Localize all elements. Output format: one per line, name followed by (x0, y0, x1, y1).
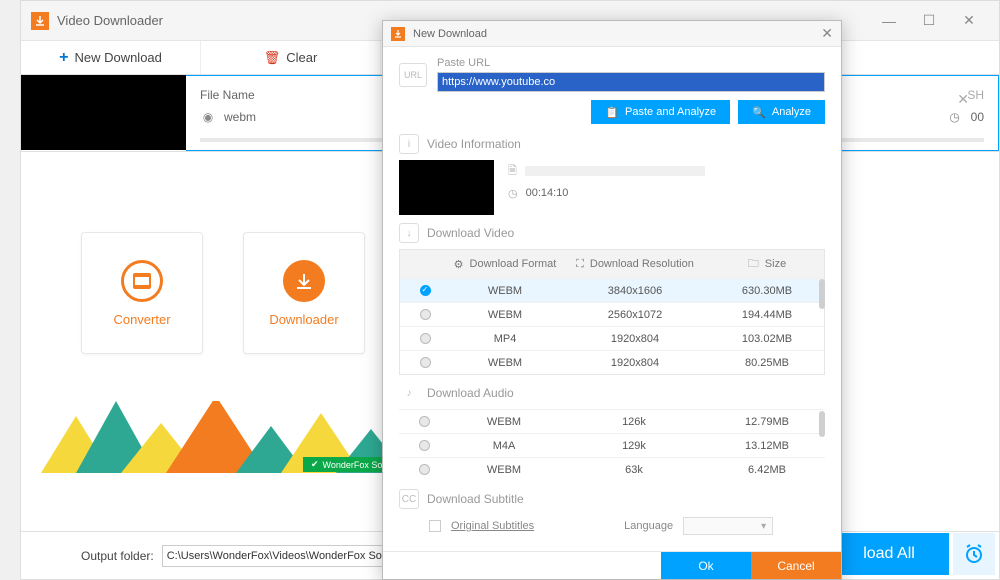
original-subtitles-label: Original Subtitles (451, 520, 534, 532)
app-title: Video Downloader (57, 13, 163, 28)
video-format-table: ⚙Download Format ⛶Download Resolution 🗀S… (399, 249, 825, 375)
clear-label: Clear (286, 50, 317, 65)
language-select[interactable]: ▾ (683, 517, 773, 535)
radio-icon (420, 357, 431, 368)
clock-icon: ◷ (947, 109, 963, 125)
dialog-body: URL Paste URL https://www.youtube.co 📋 P… (383, 47, 841, 551)
analyze-button[interactable]: 🔍 Analyze (738, 100, 825, 124)
download-video-icon: ↓ (399, 223, 419, 243)
gear-icon: ⚙ (454, 258, 464, 271)
music-note-icon: ♪ (399, 383, 419, 403)
video-format-row[interactable]: WEBM2560x1072194.44MB (400, 302, 824, 326)
audio-format-row[interactable]: M4A129k13.12MB (399, 433, 825, 457)
video-format-row[interactable]: MP41920x804103.02MB (400, 326, 824, 350)
original-subtitles-checkbox[interactable] (429, 520, 441, 532)
url-input[interactable]: https://www.youtube.co (437, 72, 825, 92)
radio-icon (419, 440, 430, 451)
dialog-video-thumbnail (399, 160, 494, 215)
new-download-dialog: New Download ✕ URL Paste URL https://www… (382, 20, 842, 580)
radio-icon (420, 333, 431, 344)
video-format-row[interactable]: WEBM1920x80480.25MB (400, 350, 824, 374)
audio-format-table: WEBM126k12.79MB M4A129k13.12MB WEBM63k6.… (399, 409, 825, 481)
dialog-title: New Download (413, 28, 487, 40)
download-icon (283, 260, 325, 302)
video-thumbnail (21, 75, 186, 150)
search-icon: 🔍 (752, 106, 766, 119)
close-button[interactable]: ✕ (949, 7, 989, 35)
film-icon (121, 260, 163, 302)
url-file-icon: URL (399, 63, 427, 87)
download-subtitle-header: CC Download Subtitle (399, 489, 825, 509)
video-info-header: i Video Information (399, 134, 825, 154)
downloader-module[interactable]: Downloader (243, 232, 365, 354)
radio-icon (419, 464, 430, 475)
output-folder-label: Output folder: (81, 549, 154, 563)
clear-button[interactable]: 🗑 Clear (201, 41, 381, 74)
cc-icon: CC (399, 489, 419, 509)
dialog-logo-icon (391, 27, 405, 41)
cancel-button[interactable]: Cancel (751, 552, 841, 579)
radio-icon (419, 416, 430, 427)
dialog-titlebar: New Download ✕ (383, 21, 841, 47)
download-audio-header: ♪ Download Audio (399, 383, 825, 403)
radio-icon (420, 309, 431, 320)
audio-format-row[interactable]: WEBM63k6.42MB (399, 457, 825, 481)
converter-label: Converter (113, 312, 170, 327)
minimize-button[interactable]: — (869, 7, 909, 35)
folder-icon: 🗀 (748, 255, 759, 274)
paste-and-analyze-button[interactable]: 📋 Paste and Analyze (591, 100, 730, 124)
filename-label: File Name (200, 88, 255, 102)
schedule-button[interactable] (953, 533, 995, 575)
dialog-close-button[interactable]: ✕ (821, 25, 833, 42)
duration-value: 00:14:10 (526, 187, 569, 199)
new-download-button[interactable]: + New Download (21, 41, 201, 74)
info-icon: i (399, 134, 419, 154)
download-video-header: ↓ Download Video (399, 223, 825, 243)
plus-icon: + (59, 49, 68, 67)
download-all-button[interactable]: load All (829, 533, 949, 575)
file-icon: 🗎 (508, 162, 517, 181)
audio-format-row[interactable]: WEBM126k12.79MB (399, 409, 825, 433)
scrollbar[interactable] (819, 279, 825, 309)
resolution-icon: ⛶ (576, 258, 584, 271)
language-label: Language (624, 520, 673, 532)
radio-icon (420, 285, 431, 296)
remove-item-button[interactable]: ✕ (957, 91, 969, 108)
scrollbar[interactable] (819, 411, 825, 437)
paste-url-label: Paste URL (437, 57, 825, 69)
dialog-footer: Ok Cancel (383, 551, 841, 579)
new-download-label: New Download (74, 50, 161, 65)
check-icon: ✔ (311, 459, 319, 470)
downloader-label: Downloader (269, 312, 338, 327)
chevron-down-icon: ▾ (761, 521, 766, 532)
ok-button[interactable]: Ok (661, 552, 751, 579)
format-value: webm (224, 110, 256, 124)
converter-module[interactable]: Converter (81, 232, 203, 354)
maximize-button[interactable]: ☐ (909, 7, 949, 35)
format-icon: ◉ (200, 109, 216, 125)
time-value: 00 (971, 110, 984, 124)
app-logo-icon (31, 12, 49, 30)
video-format-row[interactable]: WEBM3840x1606630.30MB (400, 278, 824, 302)
alarm-icon (963, 543, 985, 565)
trash-icon: 🗑 (264, 50, 281, 66)
camera-icon: 📋 (605, 106, 619, 119)
clock-icon: ◷ (508, 187, 518, 200)
